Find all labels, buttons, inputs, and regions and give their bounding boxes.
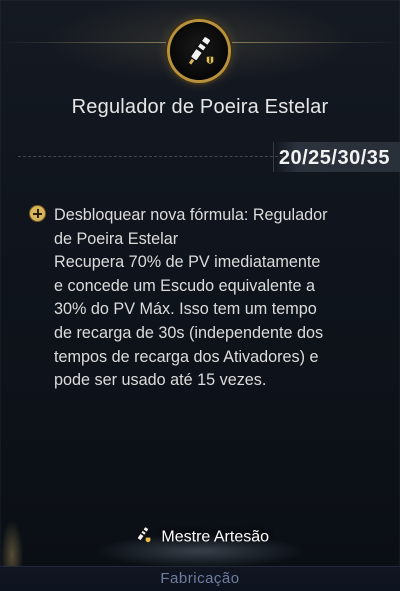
prism-syringe-icon (187, 35, 215, 66)
description-line: e concede um Escudo equivalente a (54, 276, 315, 295)
prism-syringe-icon (131, 524, 153, 551)
description-line: 30% do PV Máx. Isso tem um tempo (54, 300, 317, 319)
plus-circle-icon (30, 206, 45, 221)
description-line: tempos de recarga dos Ativadores) e (54, 347, 319, 366)
item-title: Regulador de Poeira Estelar (71, 96, 329, 118)
tooltip-panel: Regulador de Poeira Estelar 20/25/30/35 … (0, 0, 400, 591)
description-line: pode ser usado até 15 vezes. (54, 371, 267, 390)
role-tag: Mestre Artesão (0, 524, 400, 551)
description-line: de Poeira Estelar (54, 229, 179, 248)
description: Desbloquear nova fórmula: Regulador de P… (54, 204, 386, 393)
tier-values: 20/25/30/35 (278, 147, 390, 169)
category-label: Fabricação (160, 570, 240, 587)
description-line: de recarga de 30s (independente dos (54, 323, 324, 342)
title-divider (18, 156, 288, 157)
role-label: Mestre Artesão (161, 528, 270, 546)
description-line: Desbloquear nova fórmula: Regulador (54, 206, 328, 224)
description-line: Recupera 70% de PV imediatamente (54, 253, 321, 272)
ability-emblem (170, 22, 228, 80)
tier-badge: 20/25/30/35 (273, 142, 400, 172)
